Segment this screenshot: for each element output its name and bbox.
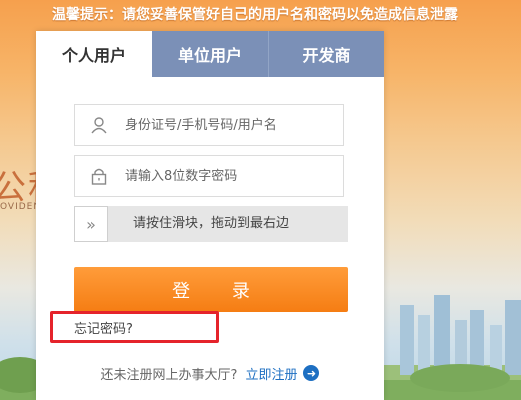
password-input[interactable] [123, 160, 343, 192]
slider-handle-double-chevron-icon[interactable]: » [74, 206, 108, 242]
background-logo-subtext: OVIDEN [0, 202, 42, 212]
register-prompt: 还未注册网上办事大厅? [100, 367, 238, 383]
forgot-password-link[interactable]: 忘记密码? [74, 318, 133, 337]
security-notice: 温馨提示：请您妥善保管好自己的用户名和密码以免造成信息泄露 [52, 7, 458, 23]
slider-captcha[interactable]: » 请按住滑块，拖动到最右边 [74, 206, 348, 242]
tab-company-user[interactable]: 单位用户 [152, 31, 268, 77]
tab-developer[interactable]: 开发商 [268, 31, 384, 77]
lock-icon [75, 167, 123, 185]
username-field[interactable] [74, 104, 344, 146]
username-input[interactable] [123, 109, 343, 141]
user-type-tabs: 个人用户 单位用户 开发商 [36, 31, 384, 77]
register-link[interactable]: 立即注册 [245, 364, 297, 383]
user-icon [75, 116, 123, 134]
login-button[interactable]: 登 录 [74, 267, 348, 312]
password-field[interactable] [74, 155, 344, 197]
login-panel: 个人用户 单位用户 开发商 » 请按住滑块，拖动到最右边 登 录 忘记密码? 还… [36, 31, 384, 400]
arrow-right-icon[interactable]: ➜ [303, 365, 320, 381]
slider-instruction: 请按住滑块，拖动到最右边 [133, 216, 290, 231]
register-footer: 还未注册网上办事大厅? 立即注册 ➜ [36, 359, 384, 387]
tab-personal-user[interactable]: 个人用户 [36, 31, 152, 77]
